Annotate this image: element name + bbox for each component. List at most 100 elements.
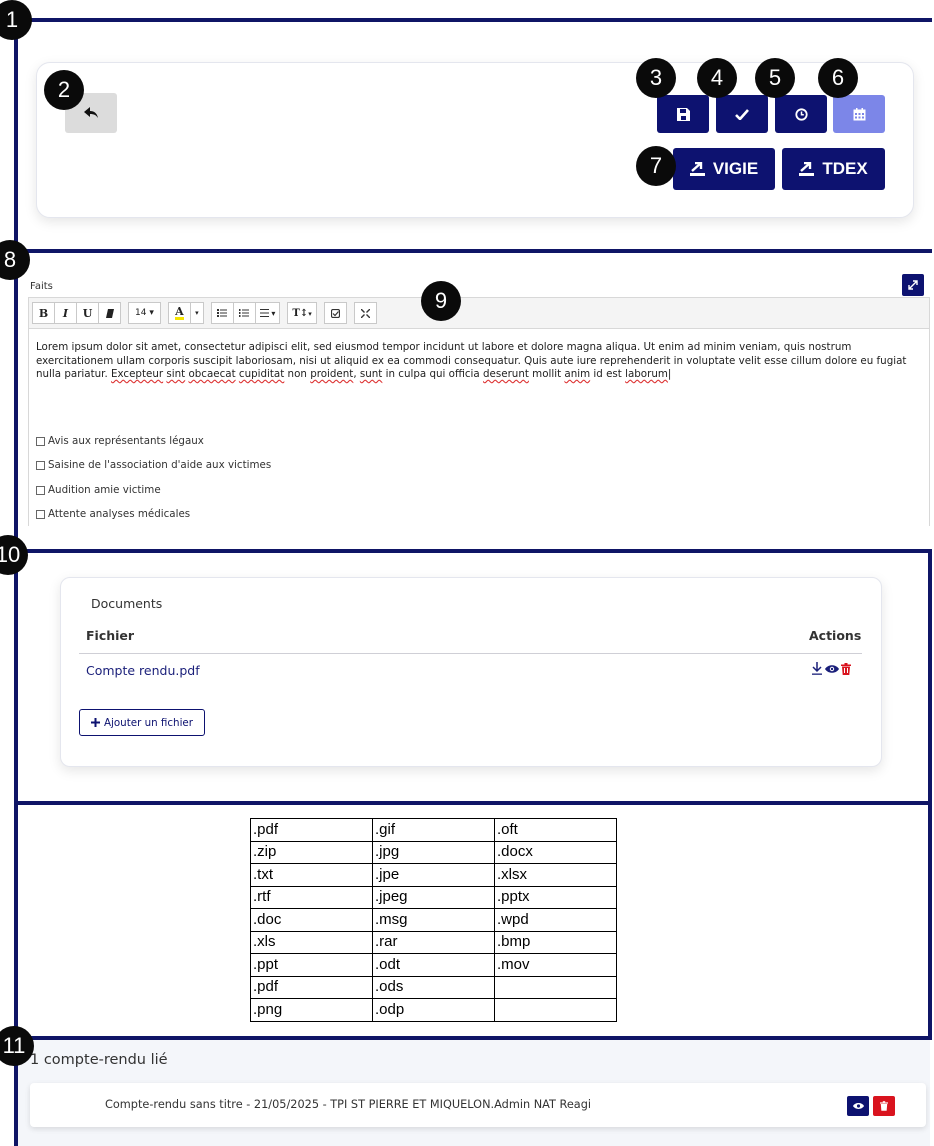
delete-report-button[interactable] (873, 1096, 895, 1116)
editor-toolbar: B I U 14 ▾ A ▾ ▾ T↕ ▾ (28, 297, 930, 329)
table-cell (494, 975, 617, 999)
column-header-actions: Actions (809, 628, 862, 643)
frame-left-line (14, 18, 18, 1146)
frame-right-table (928, 801, 932, 1040)
checkbox-item[interactable]: Avis aux représentants légaux (36, 435, 204, 447)
highlight-icon: A (175, 304, 184, 320)
italic-button[interactable]: I (54, 302, 77, 324)
tdex-export-button[interactable]: TDEX (782, 148, 885, 190)
marker-7: 7 (636, 146, 676, 186)
editor-text[interactable]: Lorem ipsum dolor sit amet, consectetur … (36, 341, 916, 382)
linked-report-title: Compte-rendu sans titre - 21/05/2025 - T… (105, 1098, 592, 1111)
table-row: .zip .jpg .docx (250, 840, 617, 864)
editor-line-3: nulla pariatur. Excepteur sint obcaecat … (36, 368, 672, 380)
table-cell: .bmp (494, 930, 617, 954)
save-icon (676, 107, 690, 121)
underline-button[interactable]: U (76, 302, 99, 324)
export-icon (799, 162, 815, 176)
vigie-export-button[interactable]: VIGIE (673, 148, 775, 190)
table-cell: .rtf (250, 885, 373, 909)
font-size-group: 14 ▾ (128, 302, 161, 324)
table-cell: .docx (494, 840, 617, 864)
color-dropdown-button[interactable]: ▾ (189, 302, 204, 324)
text-style-group: B I U (32, 302, 121, 324)
table-row: .txt .jpe .xlsx (250, 863, 617, 887)
align-icon (259, 309, 269, 317)
table-cell: .msg (372, 908, 495, 932)
table-cell: .ods (372, 975, 495, 999)
align-button[interactable]: ▾ (254, 302, 281, 324)
checkbox-item[interactable]: Saisine de l'association d'aide aux vict… (36, 459, 271, 471)
bold-button[interactable]: B (32, 302, 55, 324)
table-divider (79, 653, 862, 654)
column-header-file: Fichier (86, 628, 135, 643)
faits-label: Faits (30, 281, 53, 292)
table-cell (494, 998, 617, 1022)
table-cell: .odp (372, 998, 495, 1022)
download-icon[interactable] (811, 662, 823, 675)
frame-divider-table (14, 801, 932, 805)
history-button[interactable] (775, 95, 827, 133)
add-file-button[interactable]: Ajouter un fichier (79, 709, 205, 736)
clear-format-button[interactable] (98, 302, 121, 324)
checkbox-box[interactable] (36, 509, 45, 519)
table-cell: .jpg (372, 840, 495, 864)
view-report-button[interactable] (847, 1096, 869, 1116)
fullscreen-button[interactable] (353, 302, 377, 324)
checkbox-label: Attente analyses médicales (48, 508, 191, 520)
table-cell: .xls (250, 930, 373, 954)
documents-title: Documents (91, 596, 163, 611)
expand-editor-button[interactable] (902, 274, 924, 296)
table-cell: .odt (372, 953, 495, 977)
color-group: A ▾ (167, 302, 204, 324)
save-button[interactable] (657, 95, 709, 133)
table-cell: .pdf (250, 975, 373, 999)
table-cell: .gif (372, 818, 495, 842)
file-link[interactable]: Compte rendu.pdf (86, 663, 200, 678)
bullet-list-icon (217, 309, 228, 317)
table-row: .pdf .gif .oft (250, 818, 617, 842)
checkbox-box[interactable] (36, 460, 45, 470)
eye-icon[interactable] (825, 664, 839, 674)
marker-10: 10 (0, 535, 28, 575)
check-icon (735, 108, 749, 120)
trash-icon[interactable] (841, 662, 851, 675)
text-height-group: T↕ ▾ (287, 302, 317, 324)
marker-8: 8 (0, 240, 30, 280)
checkbox-label: Avis aux représentants légaux (48, 435, 204, 447)
marker-3: 3 (636, 58, 676, 98)
checkbox-group (323, 302, 347, 324)
frame-divider-8 (14, 249, 932, 253)
table-cell: .jpe (372, 863, 495, 887)
checkbox-item[interactable]: Attente analyses médicales (36, 508, 190, 520)
checkbox-insert-button[interactable] (323, 302, 347, 324)
expand-icon (908, 280, 918, 290)
numbered-list-button[interactable] (232, 302, 256, 324)
line-height-button[interactable]: T↕ ▾ (287, 302, 317, 324)
table-cell: .mov (494, 953, 617, 977)
table-row: .rtf .jpeg .pptx (250, 885, 617, 909)
validate-button[interactable] (716, 95, 768, 133)
table-cell: .zip (250, 840, 373, 864)
checkbox-box[interactable] (36, 436, 45, 446)
calendar-button[interactable] (833, 95, 885, 133)
table-cell: .rar (372, 930, 495, 954)
numbered-list-icon (239, 309, 250, 317)
eye-icon (852, 1103, 864, 1109)
clock-icon (794, 107, 808, 121)
highlight-color-button[interactable]: A (167, 302, 191, 324)
reply-arrow-icon (84, 107, 98, 118)
checkbox-box[interactable] (36, 485, 45, 495)
checkbox-item[interactable]: Audition amie victime (36, 484, 161, 496)
export-icon (689, 162, 705, 176)
marker-9: 9 (421, 281, 461, 321)
frame-right-10 (928, 549, 932, 803)
table-cell: .jpeg (372, 885, 495, 909)
table-cell: .txt (250, 863, 373, 887)
calendar-icon (853, 107, 865, 120)
bullet-list-button[interactable] (210, 302, 234, 324)
font-size-select[interactable]: 14 ▾ (128, 302, 161, 324)
file-actions (811, 662, 851, 675)
table-cell: .pdf (250, 818, 373, 842)
checkbox-label: Audition amie victime (48, 484, 161, 496)
